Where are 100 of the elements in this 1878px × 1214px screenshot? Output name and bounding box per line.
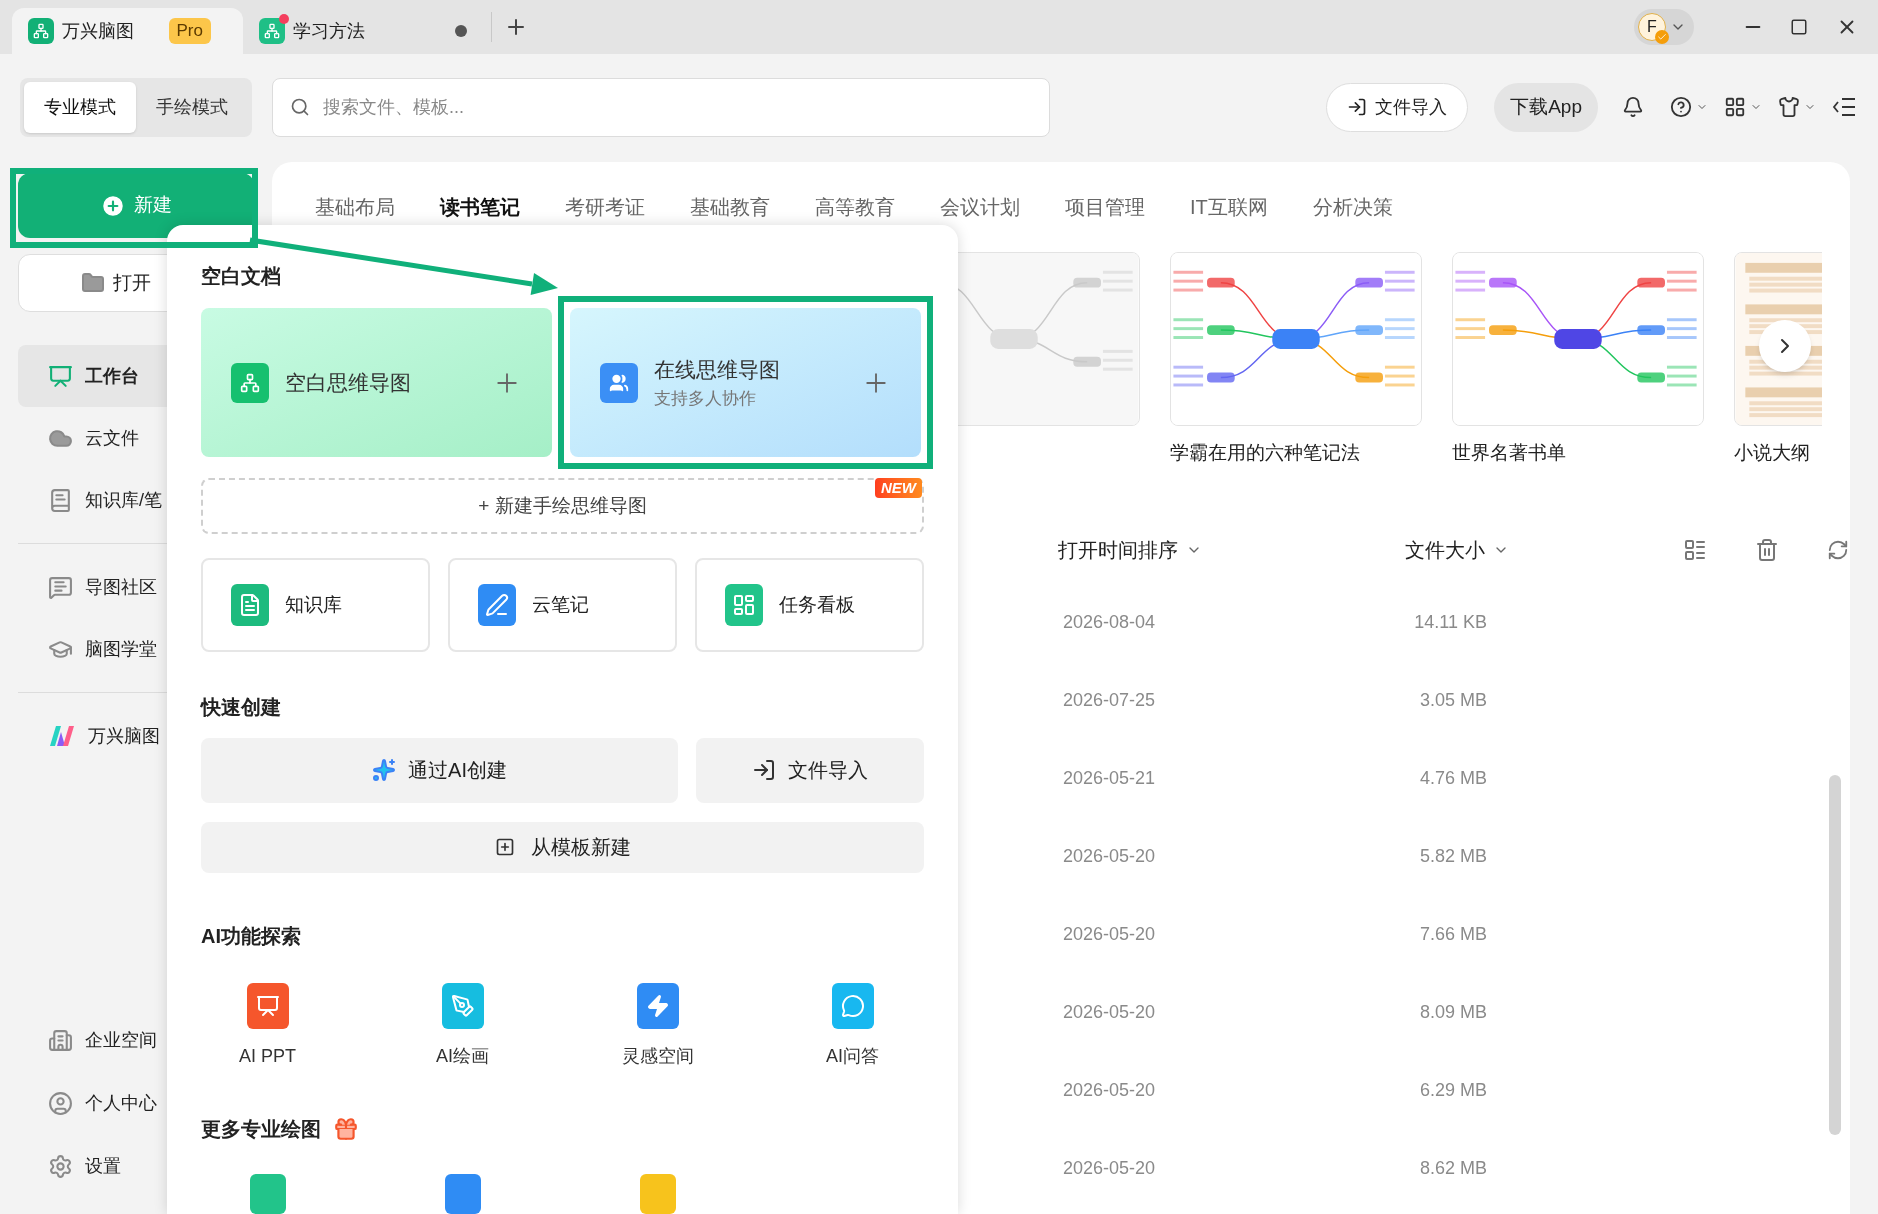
diagram-icon	[639, 1174, 676, 1214]
template-title: 小说大纲	[1734, 441, 1811, 465]
plan-badge: Pro	[168, 18, 211, 44]
size-cell-text: 7.66 MB	[1418, 923, 1487, 946]
lightning-icon	[636, 983, 679, 1029]
diagram-icon	[249, 1174, 286, 1214]
import-icon	[752, 758, 776, 783]
sort-dropdown[interactable]: 打开时间排序	[1058, 534, 1405, 565]
collapse-icon[interactable]	[1832, 96, 1856, 118]
download-app-button[interactable]: 下载App	[1494, 82, 1598, 132]
quick-create-button[interactable]: 文件导入	[696, 737, 924, 803]
category-tab[interactable]: 基础教育	[690, 192, 770, 222]
card-title: 空白思维导图	[285, 369, 411, 396]
pen-icon	[478, 583, 516, 626]
presentation-icon	[246, 983, 289, 1029]
logo-icon	[48, 724, 76, 748]
category-tab[interactable]: 分析决策	[1312, 192, 1393, 222]
mindmap-icon	[231, 362, 269, 403]
sparkle-icon	[372, 758, 397, 783]
category-tab[interactable]: 项目管理	[1065, 192, 1145, 222]
account-button[interactable]: F	[1634, 9, 1694, 45]
app-card[interactable]: 知识库	[201, 557, 430, 652]
date-cell-text: 2026-07-25	[1063, 689, 1157, 712]
chat-icon	[831, 983, 874, 1029]
template-card[interactable]	[1452, 252, 1704, 426]
window-tab[interactable]: 万兴脑图 Pro	[12, 8, 243, 54]
date-cell-text: 2026-05-21	[1063, 767, 1157, 790]
date-cell-text: 2026-05-20	[1063, 1079, 1157, 1102]
user-icon	[48, 1091, 73, 1116]
section-heading: 更多专业绘图	[201, 1117, 321, 1142]
grid-icon	[1724, 96, 1746, 118]
help-menu[interactable]	[1670, 96, 1708, 118]
tab-title: 万兴脑图	[62, 19, 134, 43]
import-icon	[1347, 97, 1368, 117]
grid-menu[interactable]	[1724, 96, 1762, 118]
category-tab[interactable]: 基础布局	[315, 192, 395, 222]
tab-title: 学习方法	[293, 19, 365, 43]
app-card[interactable]: 云笔记	[448, 557, 677, 652]
board-icon	[725, 583, 763, 626]
date-cell-text: 2026-05-20	[1063, 845, 1157, 868]
delete-icon[interactable]	[1755, 537, 1779, 562]
app-card[interactable]: 任务看板	[695, 557, 924, 652]
chat-icon	[48, 574, 73, 600]
size-cell-text: 6.29 MB	[1418, 1079, 1487, 1102]
template-title: 世界名著书单	[1452, 441, 1567, 465]
size-cell-text: 5.82 MB	[1418, 845, 1487, 868]
date-cell-text: 2026-05-20	[1063, 1157, 1157, 1180]
whiteboard-icon	[48, 363, 73, 389]
help-icon	[1670, 96, 1692, 118]
category-tab[interactable]: 读书笔记	[440, 192, 520, 222]
size-cell-text: 8.09 MB	[1418, 1001, 1487, 1024]
refresh-icon[interactable]	[1827, 538, 1849, 561]
pen-icon	[441, 983, 484, 1029]
shirt-icon	[1778, 96, 1800, 118]
size-cell-text: 4.76 MB	[1418, 767, 1487, 790]
maximize-button[interactable]	[1790, 18, 1808, 36]
card-title: 在线思维导图	[654, 357, 780, 383]
new-badge: NEW	[875, 478, 922, 498]
add-icon	[494, 837, 515, 858]
section-heading: AI功能探索	[201, 924, 301, 949]
document-icon	[231, 583, 269, 626]
gift-icon	[333, 1116, 359, 1142]
size-sort-dropdown[interactable]: 文件大小	[1405, 534, 1635, 565]
search-field[interactable]: 搜索文件、模板...	[272, 77, 1050, 137]
ai-tool[interactable]: AI问答	[755, 983, 950, 1070]
app-logo-icon	[28, 18, 54, 44]
people-icon	[600, 362, 638, 403]
date-cell-text: 2026-08-04	[1063, 611, 1157, 634]
hand-drawn-button[interactable]: + 新建手绘思维导图 NEW	[201, 478, 924, 534]
ai-tool[interactable]: AI绘画	[365, 983, 560, 1070]
check-badge-icon	[1655, 30, 1669, 44]
search-icon	[290, 96, 310, 117]
category-tab[interactable]: 考研考证	[565, 192, 645, 222]
template-card[interactable]	[1170, 252, 1422, 426]
category-tab[interactable]: IT互联网	[1190, 192, 1268, 222]
window-tab[interactable]: 学习方法	[243, 8, 483, 54]
building-icon	[48, 1028, 73, 1053]
create-card[interactable]: 空白思维导图	[201, 308, 552, 457]
section-heading: 快速创建	[201, 694, 281, 720]
card-subtitle: 支持多人协作	[654, 387, 757, 410]
import-button[interactable]: 文件导入	[1326, 82, 1469, 132]
mode-tab[interactable]: 手绘模式	[136, 81, 248, 133]
size-cell-text: 8.62 MB	[1418, 1157, 1487, 1180]
category-tab[interactable]: 会议计划	[940, 192, 1020, 222]
list-view-icon[interactable]	[1683, 537, 1707, 562]
create-card[interactable]: 在线思维导图 支持多人协作	[570, 308, 921, 457]
notification-icon[interactable]	[1622, 96, 1644, 118]
quick-create-button[interactable]: 从模板新建	[201, 821, 924, 873]
ai-tool[interactable]: 灵感空间	[560, 983, 755, 1070]
category-tab[interactable]: 高等教育	[815, 192, 895, 222]
date-cell-text: 2026-05-20	[1063, 923, 1157, 946]
diagram-icon	[444, 1174, 481, 1214]
size-cell-text: 14.11 KB	[1413, 611, 1487, 634]
settings-icon	[48, 1154, 73, 1179]
ai-tool[interactable]: AI PPT	[170, 983, 365, 1070]
mode-tab[interactable]: 专业模式	[24, 81, 136, 133]
quick-create-button[interactable]: 通过AI创建	[201, 737, 678, 803]
size-cell-text: 3.05 MB	[1418, 689, 1487, 712]
shirt-menu[interactable]	[1778, 96, 1816, 118]
template-title: 学霸在用的六种笔记法	[1170, 441, 1361, 465]
